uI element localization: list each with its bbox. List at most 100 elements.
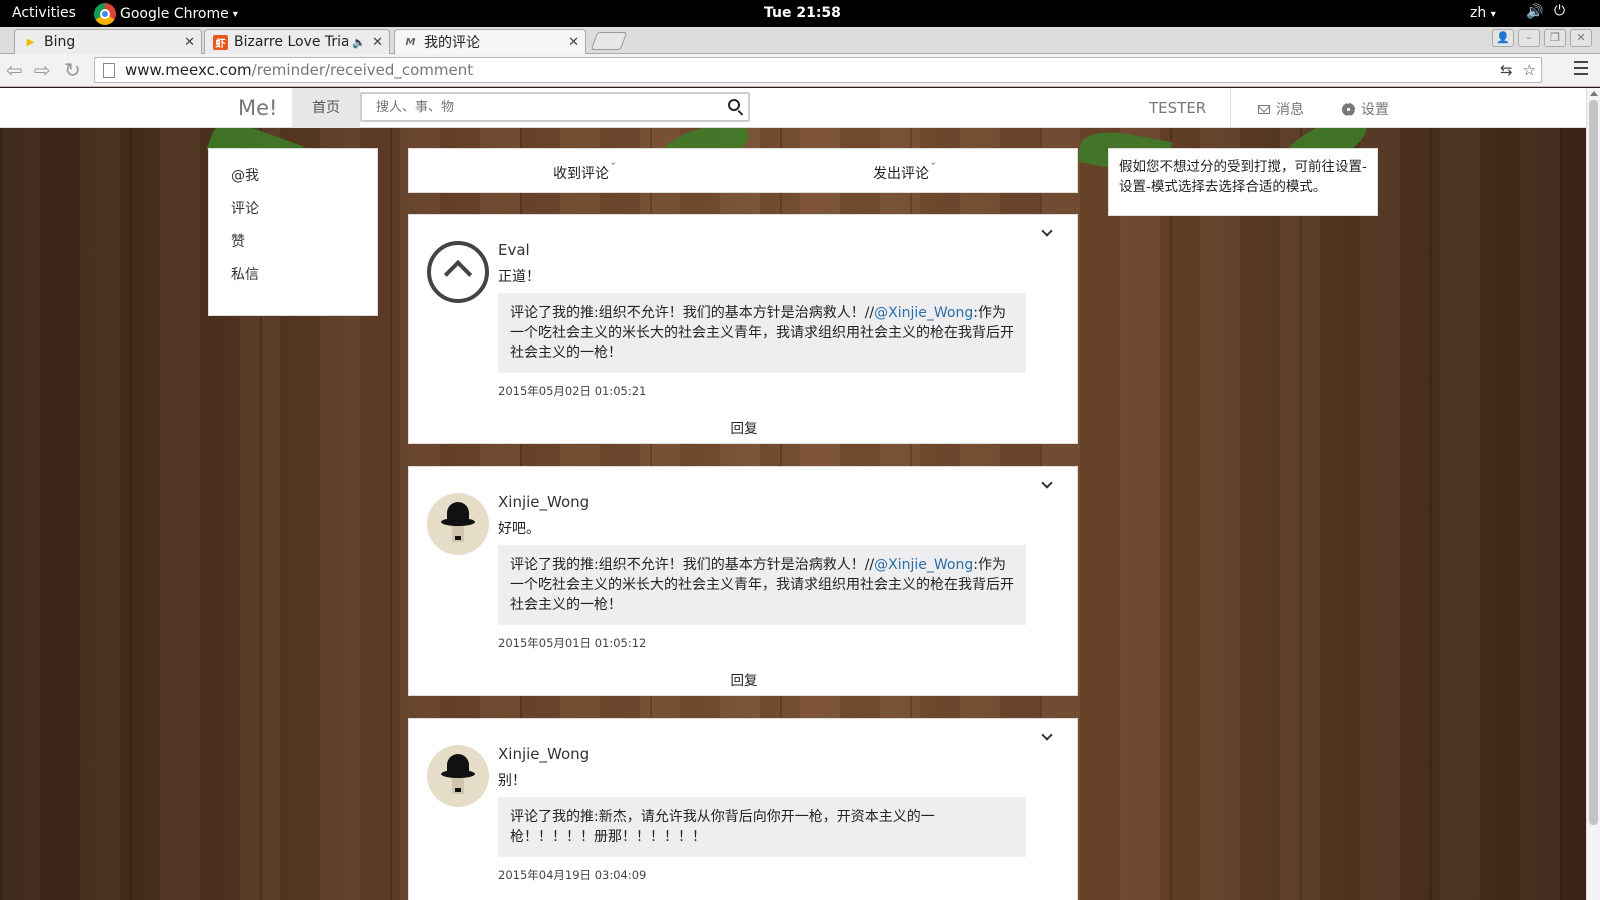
reminder-side-menu: @我 评论 赞 私信 [208, 148, 378, 316]
omnibox-actions: ⇆ ☆ [1500, 61, 1536, 79]
browser-tab-strip: ▶ Bing ✕ 虾 Bizarre Love Trian 🔈 ✕ M 我的评论… [0, 27, 1600, 54]
reply-button[interactable]: 回复 [409, 669, 1079, 689]
comment-card: Xinjie_Wong 别！ 评论了我的推:新杰，请允许我从你背后向你开一枪，开… [408, 718, 1078, 900]
comment-card: Eval 正道！ 评论了我的推:组织不允许！我们的基本方针是治病救人！//@Xi… [408, 214, 1078, 444]
speaker-icon[interactable]: 🔈 [352, 36, 366, 49]
chevron-down-icon[interactable] [1041, 729, 1053, 741]
comment-author[interactable]: Eval [498, 241, 530, 259]
comment-author[interactable]: Xinjie_Wong [498, 493, 589, 511]
chrome-logo-icon [94, 3, 116, 25]
maximize-icon[interactable]: ❐ [1544, 29, 1566, 47]
notice-panel: 假如您不想过分的受到打搅，可前往设置-设置-模式选择去选择合适的模式。 [1108, 148, 1378, 216]
language-indicator[interactable]: zh ▾ [1470, 5, 1496, 21]
new-tab-button[interactable] [590, 32, 628, 50]
page-viewport: Me! 首页 TESTER 消息 设置 @我 评论 赞 私信 收到评论ˇ 发出评… [0, 88, 1600, 900]
menu-item-mentions[interactable]: @我 [209, 163, 377, 196]
user-name-link[interactable]: TESTER [1149, 99, 1206, 117]
user-mention-link[interactable]: @Xinjie_Wong [874, 557, 973, 573]
chevron-down-icon[interactable] [1041, 477, 1053, 489]
quoted-post[interactable]: 评论了我的推:组织不允许！我们的基本方针是治病救人！//@Xinjie_Wong… [498, 293, 1026, 373]
reload-icon[interactable]: ↻ [64, 58, 81, 82]
forward-icon[interactable]: ⇨ [34, 58, 51, 82]
menu-item-likes[interactable]: 赞 [209, 229, 377, 262]
menu-item-private-messages[interactable]: 私信 [209, 262, 377, 295]
user-mention-link[interactable]: @Xinjie_Wong [874, 305, 973, 321]
back-icon[interactable]: ⇦ [6, 58, 23, 82]
browser-toolbar: ⇦ ⇨ ↻ www.meexc.com /reminder/received_c… [0, 54, 1600, 87]
envelope-icon [1258, 104, 1270, 114]
app-menu-label: Google Chrome [120, 6, 229, 22]
address-bar[interactable]: www.meexc.com /reminder/received_comment [94, 57, 1542, 83]
menu-item-comments[interactable]: 评论 [209, 196, 377, 229]
nav-home-link[interactable]: 首页 [292, 88, 360, 128]
profile-icon[interactable]: 👤 [1492, 29, 1514, 47]
quoted-post[interactable]: 评论了我的推:新杰，请允许我从你背后向你开一枪，开资本主义的一枪！！！！！册那！… [498, 797, 1026, 857]
quote-text: 评论了我的推:组织不允许！我们的基本方针是治病救人！// [510, 305, 875, 321]
close-window-icon[interactable]: ✕ [1570, 29, 1592, 47]
comment-author[interactable]: Xinjie_Wong [498, 745, 589, 763]
avatar[interactable] [427, 241, 489, 303]
browser-tab-bing[interactable]: ▶ Bing ✕ [14, 29, 202, 54]
browser-tab-music[interactable]: 虾 Bizarre Love Trian 🔈 ✕ [204, 29, 390, 54]
tab-received-comments[interactable]: 收到评论 ˇ [553, 163, 616, 183]
reply-button[interactable]: 回复 [409, 417, 1079, 437]
scroll-up-icon[interactable] [1590, 91, 1598, 96]
minimize-icon[interactable]: – [1518, 29, 1540, 47]
hamburger-menu-icon[interactable] [1574, 61, 1588, 75]
volume-icon[interactable]: 🔊 [1526, 4, 1543, 20]
quote-text: 评论了我的推:新杰，请允许我从你背后向你开一枪，开资本主义的一枪！！！！！册那！… [510, 809, 935, 845]
clock[interactable]: Tue 21:58 [764, 5, 841, 21]
app-menu[interactable]: Google Chrome ▾ [94, 3, 238, 25]
site-logo[interactable]: Me! [238, 96, 277, 120]
browser-tab-comments[interactable]: M 我的评论 ✕ [394, 29, 586, 54]
messages-link[interactable]: 消息 [1258, 99, 1304, 119]
avatar[interactable] [427, 493, 489, 555]
site-favicon-icon: M [405, 36, 416, 48]
messages-label: 消息 [1276, 102, 1304, 118]
chevron-down-icon: ▾ [1490, 9, 1496, 20]
chevron-down-icon: ▾ [232, 8, 238, 20]
tab-label: 发出评论 [873, 166, 929, 182]
comment-text: 正道！ [498, 269, 540, 285]
comment-text: 好吧。 [498, 521, 540, 537]
window-controls: 👤 – ❐ ✕ [1492, 29, 1592, 47]
settings-label: 设置 [1361, 102, 1389, 118]
url-path: /reminder/received_comment [251, 61, 474, 79]
comment-card: Xinjie_Wong 好吧。 评论了我的推:组织不允许！我们的基本方针是治病救… [408, 466, 1078, 696]
power-icon[interactable]: ⏻ [1554, 3, 1565, 19]
comment-timestamp: 2015年05月02日 01:05:21 [498, 384, 647, 398]
site-navbar: Me! 首页 TESTER 消息 设置 [0, 88, 1586, 128]
page-scrollbar[interactable] [1586, 88, 1600, 900]
search-input[interactable] [362, 94, 702, 120]
comment-timestamp: 2015年04月19日 03:04:09 [498, 868, 647, 882]
url-host: www.meexc.com [125, 61, 252, 79]
divider [1230, 88, 1231, 128]
close-icon[interactable]: ✕ [372, 35, 383, 50]
bing-favicon-icon: ▶ [26, 36, 35, 48]
chevron-down-icon: ˇ [611, 163, 616, 173]
tab-sent-comments[interactable]: 发出评论 ˇ [873, 163, 936, 183]
settings-link[interactable]: 设置 [1342, 99, 1389, 119]
search-icon[interactable] [728, 99, 740, 111]
chevron-down-icon: ˇ [931, 163, 936, 173]
page-icon [103, 62, 115, 78]
bookmark-star-icon[interactable]: ☆ [1523, 61, 1536, 79]
tab-title: Bizarre Love Trian [234, 34, 349, 50]
quote-text: 评论了我的推:组织不允许！我们的基本方针是治病救人！// [510, 557, 875, 573]
activities-button[interactable]: Activities [12, 5, 76, 21]
comment-timestamp: 2015年05月01日 01:05:12 [498, 636, 647, 650]
quoted-post[interactable]: 评论了我的推:组织不允许！我们的基本方针是治病救人！//@Xinjie_Wong… [498, 545, 1026, 625]
close-icon[interactable]: ✕ [184, 35, 195, 50]
tab-title: Bing [44, 34, 76, 50]
comment-text: 别！ [498, 773, 526, 789]
avatar[interactable] [427, 745, 489, 807]
music-favicon-icon: 虾 [213, 34, 228, 50]
chevron-down-icon[interactable] [1041, 225, 1053, 237]
system-top-bar: Activities Google Chrome ▾ Tue 21:58 zh … [0, 0, 1600, 27]
language-label: zh [1470, 5, 1487, 21]
comment-filter-tabs: 收到评论 ˇ 发出评论 ˇ [408, 148, 1078, 193]
close-icon[interactable]: ✕ [568, 35, 579, 50]
search-box [360, 92, 750, 122]
translate-icon[interactable]: ⇆ [1500, 61, 1513, 79]
scrollbar-thumb[interactable] [1589, 100, 1598, 825]
